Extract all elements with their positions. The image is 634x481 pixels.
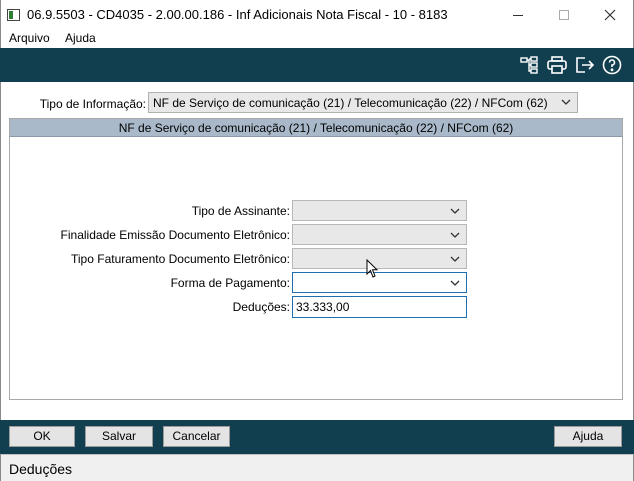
- menu-bar: Arquivo Ajuda: [0, 30, 634, 48]
- tipo-assinante-select[interactable]: [292, 200, 467, 221]
- tipo-informacao-label: Tipo de Informação:: [39, 97, 146, 111]
- chevron-down-icon: [450, 256, 460, 262]
- chevron-down-icon: [450, 280, 460, 286]
- chevron-down-icon: [561, 99, 571, 105]
- form-area: Tipo de Informação: NF de Serviço de com…: [0, 82, 634, 420]
- panel-title: NF de Serviço de comunicação (21) / Tele…: [10, 119, 622, 137]
- close-icon: [604, 9, 616, 21]
- button-bar: OK Salvar Cancelar Ajuda: [0, 420, 634, 454]
- window-title: 06.9.5503 - CD4035 - 2.00.00.186 - Inf A…: [27, 7, 448, 22]
- ajuda-button[interactable]: Ajuda: [554, 426, 622, 447]
- deducoes-input[interactable]: 33.333,00: [292, 296, 467, 318]
- finalidade-emissao-select[interactable]: [292, 224, 467, 245]
- minimize-icon: [513, 14, 523, 16]
- salvar-button[interactable]: Salvar: [85, 426, 153, 447]
- menu-ajuda[interactable]: Ajuda: [65, 31, 96, 45]
- status-bar: Deduções: [0, 454, 634, 481]
- finalidade-emissao-label: Finalidade Emissão Documento Eletrônico:: [60, 228, 290, 242]
- exit-icon[interactable]: [574, 54, 596, 76]
- cancelar-button[interactable]: Cancelar: [163, 426, 230, 447]
- mouse-pointer-icon: [366, 259, 379, 278]
- tipo-informacao-value: NF de Serviço de comunicação (21) / Tele…: [153, 96, 548, 110]
- tipo-assinante-label: Tipo de Assinante:: [191, 204, 290, 218]
- maximize-button[interactable]: [541, 0, 587, 30]
- menu-arquivo[interactable]: Arquivo: [9, 31, 50, 45]
- toolbar: [0, 48, 634, 82]
- close-button[interactable]: [587, 0, 633, 30]
- minimize-button[interactable]: [495, 0, 541, 30]
- app-icon: [7, 9, 20, 21]
- forma-pagamento-label: Forma de Pagamento:: [170, 276, 290, 290]
- title-bar: 06.9.5503 - CD4035 - 2.00.00.186 - Inf A…: [0, 0, 634, 30]
- status-text: Deduções: [9, 461, 73, 477]
- chevron-down-icon: [450, 232, 460, 238]
- maximize-icon: [559, 10, 569, 20]
- tipo-faturamento-label: Tipo Faturamento Documento Eletrônico:: [71, 252, 290, 266]
- deducoes-label: Deduções:: [232, 300, 290, 314]
- help-icon[interactable]: [601, 54, 623, 76]
- ok-button[interactable]: OK: [9, 426, 75, 447]
- chevron-down-icon: [450, 208, 460, 214]
- tree-structure-icon[interactable]: [518, 54, 540, 76]
- info-panel: NF de Serviço de comunicação (21) / Tele…: [9, 118, 623, 400]
- printer-icon[interactable]: [546, 54, 568, 76]
- tipo-informacao-select[interactable]: NF de Serviço de comunicação (21) / Tele…: [148, 92, 578, 113]
